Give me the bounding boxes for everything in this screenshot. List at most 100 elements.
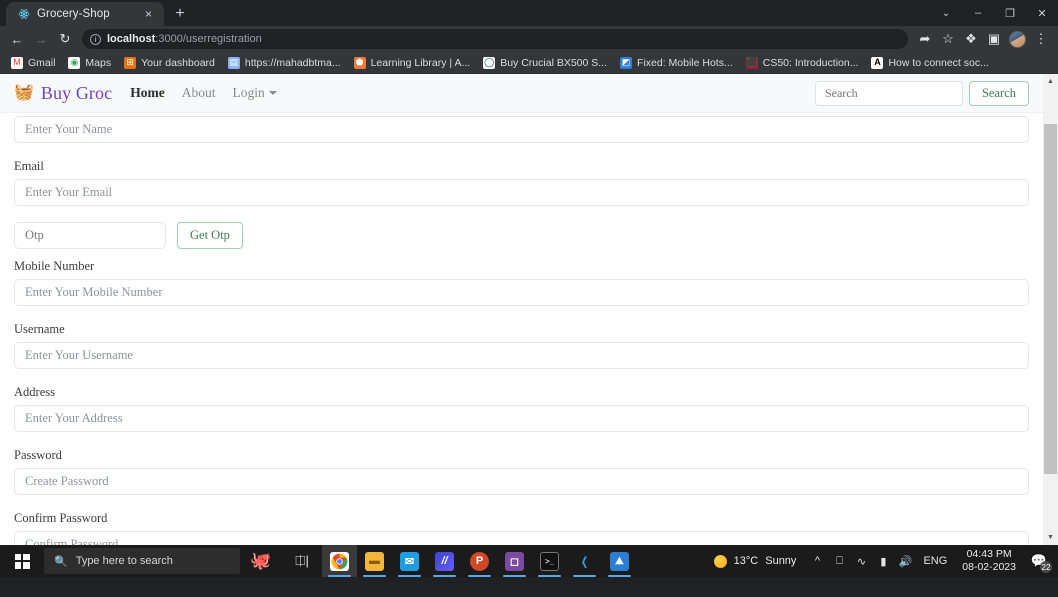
bookmark-item[interactable]: ⊞ Your dashboard: [118, 55, 221, 71]
taskbar-app-file-explorer[interactable]: ▬: [357, 545, 392, 577]
browser-tab[interactable]: Grocery-Shop ×: [6, 2, 164, 26]
bookmark-item[interactable]: ◩ Fixed: Mobile Hots...: [614, 55, 739, 71]
sun-icon: [713, 554, 727, 568]
bookmark-item[interactable]: ⬟ Learning Library | A...: [348, 55, 477, 71]
running-indicator: [608, 574, 631, 577]
clock-date: 08-02-2023: [962, 561, 1016, 573]
start-button[interactable]: [0, 545, 44, 577]
chrome-menu-icon[interactable]: ⋮: [1030, 28, 1052, 50]
notifications-button[interactable]: 💬 22: [1024, 545, 1054, 577]
vscode-icon: ❬: [575, 551, 594, 571]
running-indicator: [503, 574, 526, 577]
forward-icon[interactable]: →: [30, 28, 52, 50]
bookmark-item[interactable]: A How to connect soc...: [865, 55, 994, 71]
otp-input[interactable]: [14, 222, 166, 249]
profile-avatar[interactable]: [1009, 30, 1026, 48]
bookmark-item[interactable]: ▤ https://mahadbtma...: [222, 55, 347, 71]
show-hidden-icons-chevron-icon[interactable]: ^: [806, 545, 828, 577]
reload-icon[interactable]: ↻: [54, 28, 76, 50]
bookmark-label: Your dashboard: [141, 56, 215, 69]
nav-link-home[interactable]: Home: [130, 85, 165, 101]
bookmark-item[interactable]: ⬛ CS50: Introduction...: [740, 55, 865, 71]
photos-icon: ⛰: [610, 551, 629, 571]
share-icon[interactable]: ➦: [914, 28, 936, 50]
scrollbar-thumb[interactable]: [1044, 124, 1057, 474]
taskbar-search[interactable]: 🔍 Type here to search: [44, 548, 240, 574]
page-viewport: Name Email Get Otp Mobile Number Usernam…: [0, 74, 1058, 545]
windows-logo-icon: [14, 553, 30, 569]
address-bar[interactable]: i localhost:3000/userregistration: [82, 29, 908, 49]
chevron-down-icon[interactable]: ⌄: [930, 0, 962, 26]
side-panel-icon[interactable]: ▣: [983, 28, 1005, 50]
task-view-icon[interactable]: ⎅|: [282, 545, 322, 577]
running-indicator: [398, 574, 421, 577]
octopus-mascot-icon[interactable]: 🐙: [240, 545, 282, 577]
taskbar-app-onenote[interactable]: ◻: [497, 545, 532, 577]
field-label-mobile-number: Mobile Number: [14, 259, 95, 273]
search-input[interactable]: [814, 80, 963, 106]
search-button[interactable]: Search: [968, 80, 1029, 106]
taskbar-app-chrome[interactable]: [322, 545, 357, 577]
weather-temperature: 13°C: [733, 555, 759, 567]
nav-link-login[interactable]: Login: [232, 85, 277, 101]
address-input[interactable]: [14, 405, 1029, 432]
cs50-icon: ⬛: [745, 56, 758, 69]
back-icon[interactable]: ←: [6, 28, 28, 50]
taskbar-app-vscode[interactable]: ❬: [567, 545, 602, 577]
username-input[interactable]: [14, 342, 1029, 369]
minimize-icon[interactable]: –: [962, 0, 994, 26]
brand[interactable]: 🧺 Buy Groc: [14, 83, 112, 104]
maps-icon: ◉: [68, 56, 81, 69]
hotspot-icon: ◩: [620, 56, 633, 69]
field-label-address: Address: [14, 385, 55, 399]
notification-count-badge: 22: [1040, 561, 1052, 573]
get-otp-button[interactable]: Get Otp: [177, 222, 243, 249]
new-tab-button[interactable]: +: [167, 2, 193, 26]
site-info-icon[interactable]: i: [90, 33, 101, 45]
maximize-icon[interactable]: ❐: [994, 0, 1026, 26]
bookmark-item[interactable]: ◯ Buy Crucial BX500 S...: [477, 55, 613, 71]
language-indicator[interactable]: ENG: [916, 555, 954, 567]
terminal-icon: >_: [540, 551, 559, 571]
browser-toolbar: ← → ↻ i localhost:3000/userregistration …: [0, 26, 1058, 52]
site-search: Search: [814, 80, 1029, 106]
weather-widget[interactable]: 13°C Sunny: [704, 554, 807, 568]
bookmark-label: Fixed: Mobile Hots...: [637, 56, 733, 69]
bookmark-star-icon[interactable]: ☆: [937, 28, 959, 50]
name-input[interactable]: [14, 116, 1029, 143]
scroll-down-icon[interactable]: ▼: [1043, 530, 1058, 545]
password-input[interactable]: [14, 468, 1029, 495]
site-navbar: 🧺 Buy Groc Home About Login Search: [0, 74, 1043, 113]
page-content: Name Email Get Otp Mobile Number Usernam…: [0, 74, 1043, 545]
bookmark-item[interactable]: M Gmail: [5, 55, 61, 71]
email-input[interactable]: [14, 179, 1029, 206]
volume-icon[interactable]: 🔊: [894, 545, 916, 577]
taskbar-app-photos[interactable]: ⛰: [602, 545, 637, 577]
scroll-up-icon[interactable]: ▲: [1043, 74, 1058, 89]
meet-now-icon[interactable]: ⎕: [828, 545, 850, 577]
chrome-icon: [330, 551, 349, 571]
onenote-icon: ◻: [505, 551, 524, 571]
mobile-number-input[interactable]: [14, 279, 1029, 306]
clock[interactable]: 04:43 PM 08-02-2023: [954, 548, 1024, 574]
url-path: :3000/userregistration: [155, 33, 262, 45]
bookmark-item[interactable]: ◉ Maps: [62, 55, 117, 71]
confirm-password-input[interactable]: [14, 531, 1029, 545]
taskbar-app-powerpoint[interactable]: P: [462, 545, 497, 577]
taskbar-search-placeholder: Type here to search: [75, 555, 173, 567]
wifi-icon[interactable]: ∿: [850, 545, 872, 577]
toolbar-right-actions: ➦ ☆ ❖ ▣ ⋮: [914, 28, 1052, 50]
bookmarks-bar: M Gmail ◉ Maps ⊞ Your dashboard ▤ https://ma…: [0, 52, 1058, 74]
editor-icon: //: [435, 551, 454, 571]
taskbar-app-terminal[interactable]: >_: [532, 545, 567, 577]
close-icon[interactable]: ×: [141, 7, 156, 22]
taskbar-app-mail[interactable]: ✉: [392, 545, 427, 577]
battery-icon[interactable]: ▮: [872, 545, 894, 577]
bookmark-label: Buy Crucial BX500 S...: [500, 56, 608, 69]
nav-link-about[interactable]: About: [182, 85, 216, 101]
system-tray: 13°C Sunny ^ ⎕ ∿ ▮ 🔊 ENG 04:43 PM 08-02-…: [704, 545, 1058, 577]
close-window-icon[interactable]: ✕: [1026, 0, 1058, 26]
vertical-scrollbar[interactable]: ▲ ▼: [1043, 74, 1058, 545]
extensions-puzzle-icon[interactable]: ❖: [960, 28, 982, 50]
taskbar-app-editor[interactable]: //: [427, 545, 462, 577]
